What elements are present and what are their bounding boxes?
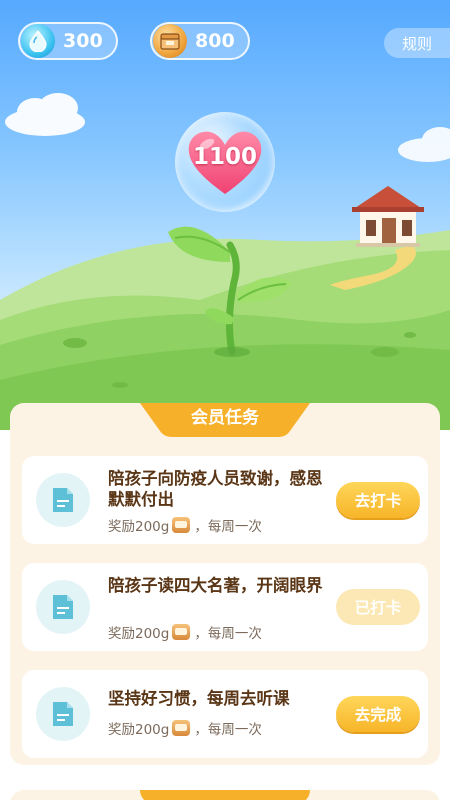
document-icon [36,687,90,741]
coin-counter[interactable]: 800 [150,22,250,60]
heart-bubble[interactable]: 1100 [175,112,275,212]
task-title: 陪孩子读四大名著，开阔眼界 [108,576,323,595]
coin-count: 800 [195,30,235,52]
member-tasks-panel: 会员任务 陪孩子向防疫人员致谢，感恩默默付出 奖励200g ， 每周一次 去打卡… [10,403,440,765]
task-card: 陪孩子向防疫人员致谢，感恩默默付出 奖励200g ， 每周一次 去打卡 [22,456,428,544]
house-icon [352,186,424,247]
reward-frequency: 每周一次 [207,722,262,738]
rules-button[interactable]: 规则 [384,28,450,58]
complete-button[interactable]: 去完成 [336,696,420,732]
reward-frequency: 每周一次 [207,626,262,642]
cloud-right-icon [398,127,450,162]
water-drop-icon [21,24,55,58]
water-counter[interactable]: 300 [18,22,118,60]
document-icon [36,580,90,634]
treasure-chest-icon [172,720,191,736]
checkin-button[interactable]: 去打卡 [336,482,420,518]
document-icon [36,473,90,527]
reward-separator: ， [194,626,208,642]
reward-amount: 奖励200g [108,519,170,535]
reward-amount: 奖励200g [108,626,170,642]
reward-separator: ， [194,519,208,535]
checked-in-button[interactable]: 已打卡 [336,589,420,625]
treasure-chest-icon [153,24,187,58]
task-title: 陪孩子向防疫人员致谢，感恩默默付出 [108,469,323,509]
heart-value: 1100 [192,144,257,170]
task-title: 坚持好习惯，每周去听课 [108,689,290,708]
garden-scene: 300 800 规则 1100 会员任务 陪孩子向防疫人员致谢，感恩默默付出 奖… [0,0,450,800]
task-card: 坚持好习惯，每周去听课 奖励200g ， 每周一次 去完成 [22,670,428,758]
cloud-left-icon [5,93,85,136]
reward-amount: 奖励200g [108,722,170,738]
task-reward: 奖励200g ， 每周一次 [108,515,262,535]
landscape-illustration [0,93,450,430]
treasure-chest-icon [172,624,191,640]
next-panel-peek [10,790,440,800]
task-reward: 奖励200g ， 每周一次 [108,622,262,642]
reward-separator: ， [194,722,208,738]
reward-frequency: 每周一次 [207,519,262,535]
water-count: 300 [63,30,103,52]
treasure-chest-icon [172,517,191,533]
task-card: 陪孩子读四大名著，开阔眼界 奖励200g ， 每周一次 已打卡 [22,563,428,651]
task-reward: 奖励200g ， 每周一次 [108,718,262,738]
next-section-tab [140,790,310,800]
section-tab: 会员任务 [140,401,310,439]
section-title: 会员任务 [191,408,259,428]
